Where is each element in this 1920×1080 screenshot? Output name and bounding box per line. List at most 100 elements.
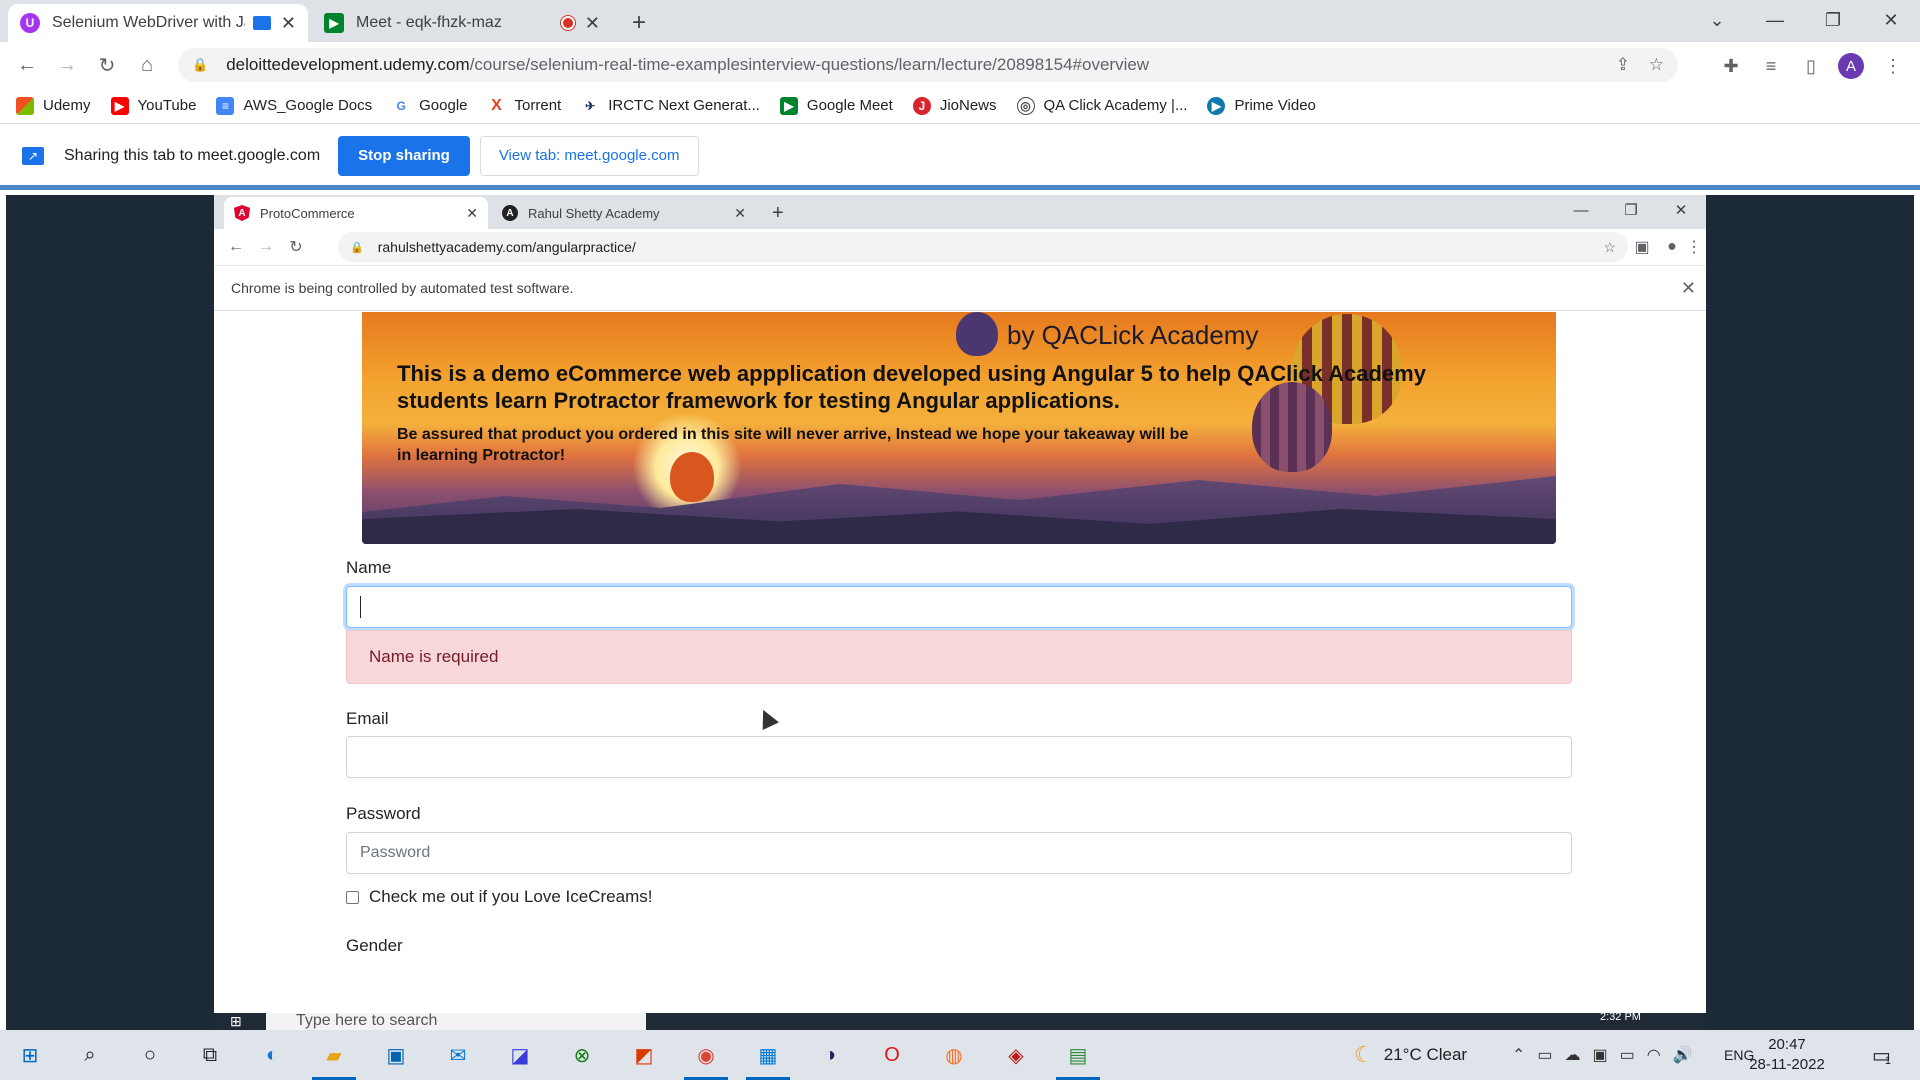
torrent-icon: X bbox=[487, 96, 506, 115]
bookmark-star-icon[interactable]: ☆ bbox=[1649, 55, 1664, 75]
profile-avatar[interactable]: A bbox=[1838, 53, 1864, 79]
icecream-checkbox-row[interactable]: Check me out if you Love IceCreams! bbox=[346, 887, 652, 907]
bookmark-aws-google-docs[interactable]: ≡ AWS_Google Docs bbox=[216, 96, 372, 115]
xbox-icon[interactable]: ⊗ bbox=[566, 1039, 598, 1071]
reload-icon[interactable]: ↻ bbox=[92, 50, 122, 80]
shared-screen: A ProtoCommerce ✕ A Rahul Shetty Academy… bbox=[6, 195, 1914, 1030]
opera-icon[interactable]: O bbox=[876, 1039, 908, 1071]
file-explorer-icon[interactable]: ▰ bbox=[312, 1039, 356, 1080]
notification-count: 1 bbox=[1884, 1055, 1892, 1067]
extensions-icon[interactable]: ✚ bbox=[1718, 53, 1744, 79]
recording-icon bbox=[560, 16, 575, 30]
close-window-button[interactable]: ✕ bbox=[1862, 0, 1920, 40]
browser-tab-meet[interactable]: ▶ Meet - eqk-fhzk-maz ✕ bbox=[312, 4, 612, 42]
profile-icon[interactable]: ● bbox=[1660, 235, 1684, 259]
windows-taskbar: ⊞ ⌕ ○ ⧉ ◐ ▰ ▣ ✉ ◪ ⊗ ◩ ◉ ▦ ◑ O ◍ ◈ ▤ ☾ 21… bbox=[0, 1030, 1920, 1080]
media-controls-icon[interactable]: ≡ bbox=[1758, 53, 1784, 79]
inner-taskbar-search[interactable]: Type here to search bbox=[266, 1013, 646, 1030]
rdp-app-icon[interactable]: ◪ bbox=[504, 1039, 536, 1071]
name-input[interactable] bbox=[346, 586, 1572, 628]
windows-start-icon[interactable]: ⊞ bbox=[14, 1039, 46, 1071]
edge-icon[interactable]: ◐ bbox=[256, 1039, 288, 1071]
hero-banner: by QACLick Academy This is a demo eComme… bbox=[362, 312, 1556, 544]
cortana-icon[interactable]: ○ bbox=[134, 1039, 166, 1071]
share-icon[interactable]: ⇪ bbox=[1616, 55, 1630, 75]
bookmark-irctc[interactable]: ✈ IRCTC Next Generat... bbox=[581, 96, 760, 115]
inner-browser-window: A ProtoCommerce ✕ A Rahul Shetty Academy… bbox=[214, 195, 1706, 1030]
minimize-button[interactable]: — bbox=[1746, 0, 1804, 40]
app-window-icon[interactable]: ▦ bbox=[746, 1039, 790, 1080]
url-host: deloittedevelopment.udemy.com bbox=[226, 55, 470, 74]
protocommerce-page: by QACLick Academy This is a demo eComme… bbox=[214, 312, 1706, 1030]
weather-text: 21°C Clear bbox=[1383, 1045, 1468, 1064]
tab-sharing-bar: ↗ Sharing this tab to meet.google.com St… bbox=[0, 126, 1920, 190]
mail-icon[interactable]: ✉ bbox=[442, 1039, 474, 1071]
eclipse-icon[interactable]: ◑ bbox=[814, 1039, 846, 1071]
minimize-button[interactable]: — bbox=[1556, 195, 1606, 225]
back-icon[interactable]: ← bbox=[224, 235, 248, 259]
view-tab-button[interactable]: View tab: meet.google.com bbox=[479, 135, 699, 176]
forward-icon[interactable]: → bbox=[254, 235, 278, 259]
inner-tab-strip: A ProtoCommerce ✕ A Rahul Shetty Academy… bbox=[214, 195, 1706, 229]
lock-icon: 🔒 bbox=[192, 57, 209, 72]
maximize-button[interactable]: ❐ bbox=[1804, 0, 1862, 40]
maximize-button[interactable]: ❐ bbox=[1606, 195, 1656, 225]
office-icon[interactable]: ◩ bbox=[628, 1039, 660, 1071]
banner-description: This is a demo eCommerce web appplicatio… bbox=[397, 361, 1426, 413]
stop-sharing-button[interactable]: Stop sharing bbox=[338, 135, 470, 176]
bookmark-google[interactable]: G Google bbox=[392, 96, 468, 115]
bookmark-youtube[interactable]: ▶ YouTube bbox=[110, 96, 196, 115]
mcafee-icon[interactable]: ◈ bbox=[1000, 1039, 1032, 1071]
tab-title: Meet - eqk-fhzk-maz bbox=[356, 14, 502, 31]
search-placeholder: Type here to search bbox=[296, 1013, 438, 1029]
close-infobar-icon[interactable]: ✕ bbox=[1681, 278, 1696, 299]
banner-subdescription: Be assured that product you ordered in t… bbox=[397, 426, 1189, 464]
bookmark-jionews[interactable]: J JioNews bbox=[912, 96, 997, 115]
close-tab-icon[interactable]: ✕ bbox=[466, 205, 478, 222]
close-tab-icon[interactable]: ✕ bbox=[585, 13, 600, 34]
tab-search-icon[interactable]: ⌄ bbox=[1688, 0, 1746, 40]
system-tray-icons[interactable]: ⌃▭☁▣▭◠🔊 bbox=[1512, 1030, 1705, 1080]
new-tab-button[interactable]: + bbox=[620, 4, 660, 42]
academy-logo-icon: A bbox=[502, 205, 518, 221]
email-input[interactable] bbox=[346, 736, 1572, 778]
browser-tab-udemy[interactable]: U Selenium WebDriver with Ja ✕ bbox=[8, 4, 308, 42]
icecream-checkbox[interactable] bbox=[346, 890, 359, 904]
tab-title: Selenium WebDriver with Ja bbox=[52, 14, 245, 31]
inner-address-bar[interactable]: 🔒 rahulshettyacademy.com/angularpractice… bbox=[338, 232, 1628, 262]
bookmark-udemy[interactable]: Udemy bbox=[16, 96, 91, 115]
close-tab-icon[interactable]: ✕ bbox=[281, 13, 296, 34]
postman-icon[interactable]: ◍ bbox=[938, 1039, 970, 1071]
close-window-button[interactable]: ✕ bbox=[1656, 195, 1706, 225]
weather-widget[interactable]: ☾ 21°C Clear bbox=[1354, 1030, 1467, 1080]
menu-icon[interactable]: ⋮ bbox=[1880, 53, 1906, 79]
forward-icon[interactable]: → bbox=[52, 50, 82, 80]
image-viewer-icon[interactable]: ▤ bbox=[1056, 1039, 1100, 1080]
menu-icon[interactable]: ⋮ bbox=[1682, 235, 1706, 259]
bookmark-prime-video[interactable]: ▶ Prime Video bbox=[1207, 96, 1316, 115]
bookmark-torrent[interactable]: X Torrent bbox=[487, 96, 561, 115]
windows-start-icon[interactable]: ⊞ bbox=[230, 1013, 242, 1030]
home-icon[interactable]: ⌂ bbox=[132, 50, 162, 80]
banner-byline: by QACLick Academy bbox=[1007, 320, 1259, 350]
taskbar-clock[interactable]: 20:47 28-11-2022 bbox=[1742, 1035, 1832, 1075]
reload-icon[interactable]: ↻ bbox=[284, 235, 308, 259]
bookmark-google-meet[interactable]: ▶ Google Meet bbox=[779, 96, 893, 115]
bookmark-qa-click-academy[interactable]: ◎ QA Click Academy |... bbox=[1016, 96, 1187, 115]
inner-tab-protocommerce[interactable]: A ProtoCommerce ✕ bbox=[224, 197, 488, 229]
inner-tab-rahul-shetty[interactable]: A Rahul Shetty Academy ✕ bbox=[492, 197, 756, 229]
side-panel-icon[interactable]: ▯ bbox=[1798, 53, 1824, 79]
address-bar[interactable]: 🔒 deloittedevelopment.udemy.com/course/s… bbox=[178, 48, 1678, 82]
search-icon[interactable]: ⌕ bbox=[74, 1039, 106, 1071]
back-icon[interactable]: ← bbox=[12, 50, 42, 80]
notification-center-icon[interactable]: ▭ 1 bbox=[1872, 1030, 1891, 1080]
close-tab-icon[interactable]: ✕ bbox=[734, 205, 746, 222]
task-view-icon[interactable]: ⧉ bbox=[194, 1039, 226, 1071]
moon-icon: ☾ bbox=[1354, 1042, 1374, 1067]
new-tab-button[interactable]: + bbox=[762, 197, 796, 229]
extension-icon[interactable]: ▣ bbox=[1630, 235, 1654, 259]
store-icon[interactable]: ▣ bbox=[380, 1039, 412, 1071]
chrome-icon[interactable]: ◉ bbox=[684, 1039, 728, 1080]
password-input[interactable]: Password bbox=[346, 832, 1572, 874]
bookmark-star-icon[interactable]: ☆ bbox=[1603, 239, 1616, 256]
